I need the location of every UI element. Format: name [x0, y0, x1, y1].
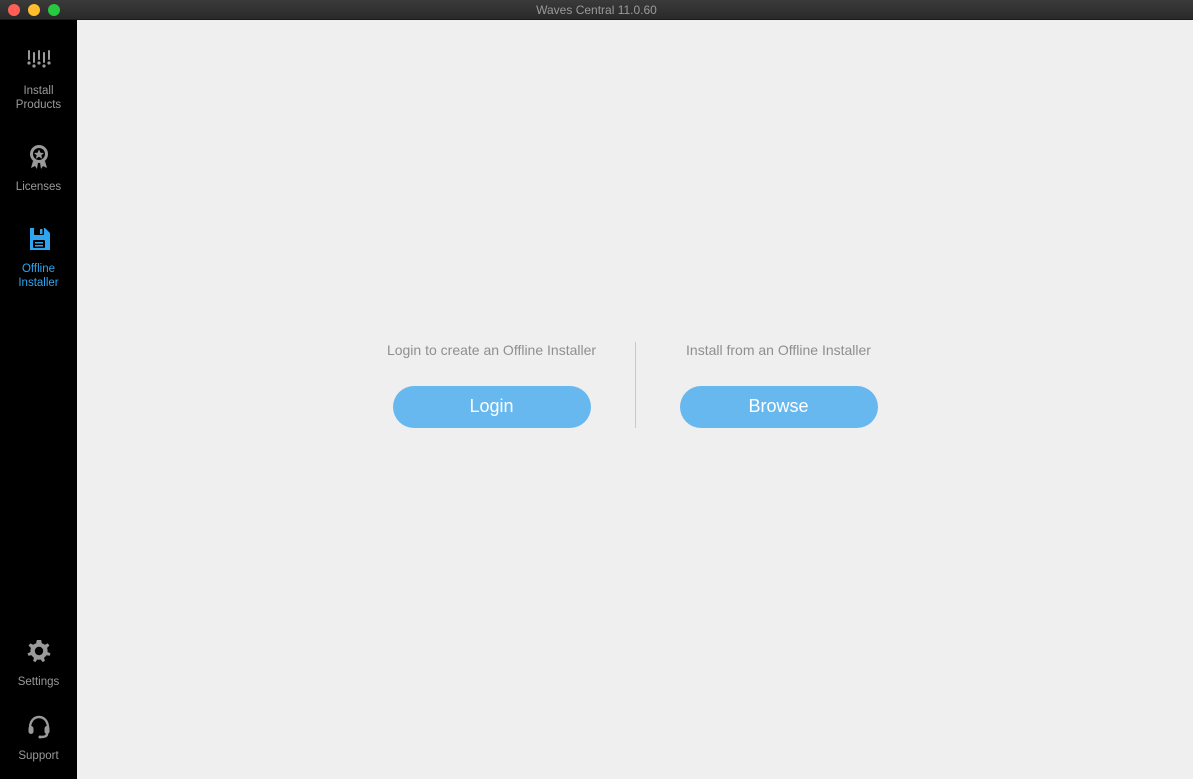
sidebar-item-label: Settings	[18, 675, 60, 689]
sidebar-item-install-products[interactable]: Install Products	[0, 46, 77, 112]
login-button[interactable]: Login	[393, 386, 591, 428]
badge-icon	[24, 142, 54, 172]
sidebar-item-offline-installer[interactable]: Offline Installer	[0, 224, 77, 290]
sidebar-item-support[interactable]: Support	[0, 711, 77, 763]
browse-button[interactable]: Browse	[680, 386, 878, 428]
titlebar: Waves Central 11.0.60	[0, 0, 1193, 20]
sidebar-item-label: Support	[18, 749, 58, 763]
sidebar-item-label: Install Products	[16, 84, 61, 112]
sidebar: Install Products Licenses	[0, 20, 77, 779]
sidebar-item-licenses[interactable]: Licenses	[0, 142, 77, 194]
gear-icon	[24, 637, 54, 667]
panel-login: Login to create an Offline Installer Log…	[349, 342, 635, 428]
window-title: Waves Central 11.0.60	[0, 3, 1193, 17]
offline-installer-panels: Login to create an Offline Installer Log…	[349, 342, 922, 428]
floppy-disk-icon	[24, 224, 54, 254]
main-content: Login to create an Offline Installer Log…	[77, 20, 1193, 779]
close-icon[interactable]	[8, 4, 20, 16]
maximize-icon[interactable]	[48, 4, 60, 16]
headset-icon	[24, 711, 54, 741]
waves-logo-icon	[24, 46, 54, 76]
panel-login-text: Login to create an Offline Installer	[387, 342, 596, 358]
sidebar-item-label: Licenses	[16, 180, 61, 194]
sidebar-item-settings[interactable]: Settings	[0, 637, 77, 689]
sidebar-item-label: Offline Installer	[18, 262, 58, 290]
minimize-icon[interactable]	[28, 4, 40, 16]
window-controls	[0, 4, 60, 16]
panel-browse: Install from an Offline Installer Browse	[636, 342, 922, 428]
panel-browse-text: Install from an Offline Installer	[686, 342, 871, 358]
